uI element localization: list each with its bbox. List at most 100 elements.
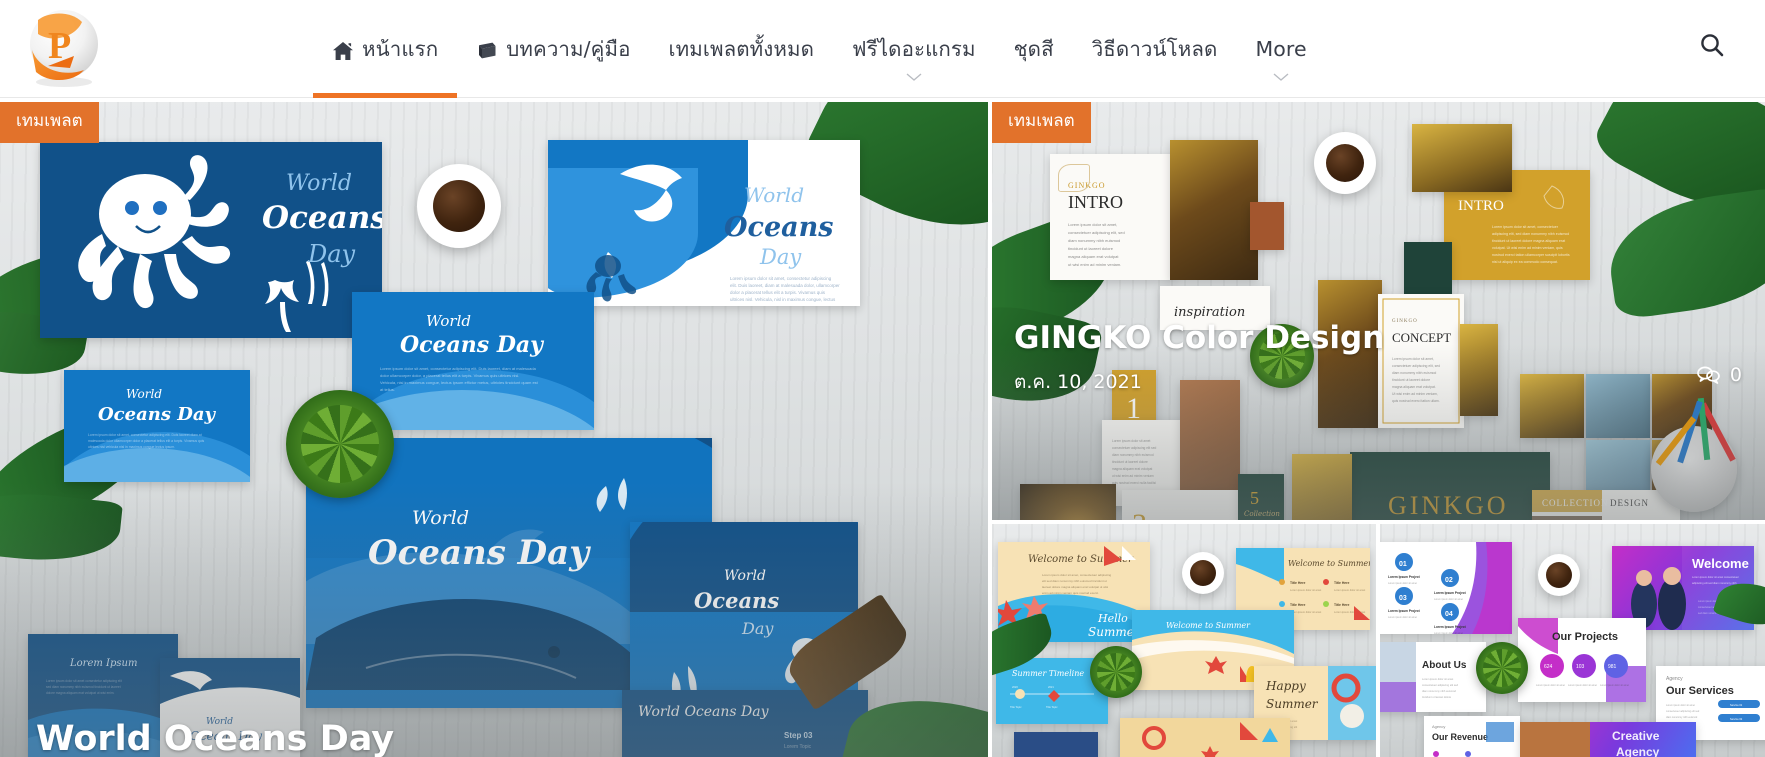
svg-text:World: World <box>286 171 352 196</box>
template-cards-grid: World Oceans Day World Oceans Day Lorem … <box>0 98 1765 757</box>
card-badge: เทมเพลต <box>992 102 1091 143</box>
main-navigation: หน้าแรก บทความ/คู่มือ เทมเพลตทั้งหมด ฟรี… <box>313 0 1326 98</box>
svg-text:Day: Day <box>759 245 802 269</box>
search-icon <box>1699 32 1725 62</box>
svg-text:04: 04 <box>1445 611 1453 618</box>
svg-text:2020: 2020 <box>1012 685 1018 689</box>
svg-text:Day: Day <box>307 240 356 268</box>
svg-text:Lorem ipsum dolor sit amet: Lorem ipsum dolor sit amet <box>1290 610 1322 614</box>
svg-text:magna aliquam erat volutpat: magna aliquam erat volutpat <box>1112 467 1152 471</box>
svg-text:nostrud exerci tation ullamcor: nostrud exerci tation ullamcorper suscip… <box>1492 253 1570 257</box>
nav-label: ฟรีไดอะแกรม <box>852 36 976 61</box>
svg-text:Service 01: Service 01 <box>1730 703 1743 707</box>
grid-bottom-row: Welcome to Summer Lorem ipsum dolor sit … <box>992 524 1765 757</box>
card-artwork: World Oceans Day World Oceans Day Lorem … <box>0 102 988 757</box>
home-icon <box>332 41 354 61</box>
svg-text:Oceans: Oceans <box>694 588 779 613</box>
svg-text:CONCEPT: CONCEPT <box>1392 330 1451 345</box>
svg-text:Agency: Agency <box>1616 745 1660 757</box>
svg-text:Step 03: Step 03 <box>784 731 813 740</box>
svg-text:World: World <box>724 568 766 584</box>
svg-text:02: 02 <box>1445 577 1453 584</box>
svg-text:Welcome: Welcome <box>1692 556 1749 571</box>
svg-text:Lorem ipsum dolor sit amet: Lorem ipsum dolor sit amet <box>1434 632 1463 634</box>
nav-item-free-diagrams[interactable]: ฟรีไดอะแกรม <box>833 0 995 98</box>
nav-item-all-templates[interactable]: เทมเพลตทั้งหมด <box>650 0 834 98</box>
svg-text:Service 02: Service 02 <box>1730 717 1743 721</box>
svg-text:Collection: Collection <box>1244 510 1280 518</box>
succulent-plant <box>1090 646 1142 698</box>
svg-text:volutpat. Ut wisi enim ad mini: volutpat. Ut wisi enim ad minim veniam, … <box>1492 246 1563 250</box>
nav-item-home[interactable]: หน้าแรก <box>313 0 458 98</box>
svg-text:consectetuer adipiscing elit s: consectetuer adipiscing elit sed <box>1666 710 1700 713</box>
card-creative-agency[interactable]: 01 02 03 04 Lorem Ipsum Project Lorem Ips… <box>1380 524 1765 757</box>
svg-text:DESIGN: DESIGN <box>1610 498 1649 508</box>
nav-item-color-sets[interactable]: ชุดสี <box>995 0 1073 98</box>
svg-text:consectetuer adipiscing elit,: consectetuer adipiscing elit, sed <box>1392 364 1440 368</box>
card-world-oceans-day[interactable]: World Oceans Day World Oceans Day Lorem … <box>0 102 988 757</box>
site-header: P หน้าแรก บทความ/คู่มือ เทมเพลตทั้งหมด ฟ… <box>0 0 1765 98</box>
svg-text:malesuada dolor ullamcorper do: malesuada dolor ullamcorper dolor a plac… <box>88 439 205 443</box>
svg-text:GINKGO: GINKGO <box>1392 319 1418 324</box>
nav-item-how-to-download[interactable]: วิธีดาวน์โหลด <box>1073 0 1237 98</box>
svg-text:ut wisi enim ad minim veniam: ut wisi enim ad minim veniam <box>1112 474 1154 478</box>
svg-text:tincidunt ut laoreet dolore ma: tincidunt ut laoreet dolore magna aliqua… <box>1492 239 1565 243</box>
svg-text:Happy: Happy <box>1265 679 1306 693</box>
svg-text:981: 981 <box>1608 664 1617 670</box>
svg-text:tincidunt ut laoreet dolore: tincidunt ut laoreet dolore <box>1068 246 1114 251</box>
card-welcome-to-summer[interactable]: Welcome to Summer Lorem ipsum dolor sit … <box>992 524 1376 757</box>
svg-text:sed diam nonummy nibh euismod: sed diam nonummy nibh euismod tincidunt … <box>46 685 121 689</box>
nav-label: หน้าแรก <box>362 36 439 61</box>
svg-text:Title Topic: Title Topic <box>1046 705 1058 709</box>
svg-text:P: P <box>48 25 71 67</box>
svg-text:Oceans: Oceans <box>262 200 382 236</box>
coffee-cup <box>417 164 501 248</box>
svg-text:About Us: About Us <box>1422 660 1467 671</box>
card-gingko-color-design[interactable]: GINKGO INTRO Lorem ipsum dolor sit amet,… <box>992 102 1765 520</box>
svg-text:Lorem ipsum dolor sit amet, co: Lorem ipsum dolor sit amet, consectetur … <box>88 433 202 437</box>
svg-text:diam nonummy nibh euismod: diam nonummy nibh euismod <box>1068 238 1120 243</box>
nav-item-more[interactable]: More <box>1236 0 1325 98</box>
svg-text:Lorem ipsum dolor sit amet: Lorem ipsum dolor sit amet <box>1422 677 1454 681</box>
svg-text:Lorem ipsum dolor sit amet: Lorem ipsum dolor sit amet <box>1290 588 1322 592</box>
coffee-cup <box>1538 554 1580 596</box>
chevron-down-icon <box>1273 73 1289 82</box>
svg-text:ultrices nisl vehicula nisl in: ultrices nisl vehicula nisl in maximus c… <box>88 445 175 449</box>
svg-text:diam nonummy nibh euismod: diam nonummy nibh euismod <box>1422 689 1456 693</box>
card-comment-count: 0 <box>1697 364 1742 386</box>
svg-text:Lorem ipsum dolor sit amet: Lorem ipsum dolor sit amet <box>1434 598 1463 601</box>
site-logo[interactable]: P <box>18 4 110 96</box>
svg-text:Our Services: Our Services <box>1666 685 1734 697</box>
coffee-cup <box>1314 132 1376 194</box>
coffee-cup <box>1182 552 1224 594</box>
svg-text:diam nonummy nibh euismod: diam nonummy nibh euismod <box>1666 716 1698 719</box>
nav-item-articles[interactable]: บทความ/คู่มือ <box>457 0 649 98</box>
svg-text:01: 01 <box>1399 561 1407 568</box>
svg-text:INTRO: INTRO <box>1068 192 1123 212</box>
svg-text:dolor a placerat tellus elit a: dolor a placerat tellus elit a turpis. V… <box>730 290 826 295</box>
svg-text:Lorem ipsum dolor sit amet con: Lorem ipsum dolor sit amet consectetur a… <box>46 679 122 683</box>
grid-column-right: GINKGO INTRO Lorem ipsum dolor sit amet,… <box>992 98 1765 757</box>
svg-text:Vehicula, nisl in maximus cong: Vehicula, nisl in maximus congue, lectus… <box>380 380 539 385</box>
svg-text:consectetuer adipiscing elit s: consectetuer adipiscing elit sed <box>1112 446 1157 450</box>
nav-label: วิธีดาวน์โหลด <box>1091 36 1218 61</box>
svg-text:2021: 2021 <box>1048 685 1054 689</box>
svg-text:Lorem Ipsum Project: Lorem Ipsum Project <box>1434 625 1467 629</box>
svg-text:COLLECTION: COLLECTION <box>1542 498 1609 508</box>
search-button[interactable] <box>1695 30 1729 64</box>
svg-text:ut wisi enim ad minim veniam.: ut wisi enim ad minim veniam. <box>1068 262 1121 267</box>
svg-text:Lorem Ipsum Project: Lorem Ipsum Project <box>1434 591 1467 595</box>
svg-text:Oceans Day: Oceans Day <box>98 404 217 425</box>
svg-text:Lorem ipsum dolor sit amet: Lorem ipsum dolor sit amet <box>1600 684 1629 687</box>
svg-text:Lorem ipsum dolor sit amet, co: Lorem ipsum dolor sit amet, consectetur … <box>380 366 537 371</box>
svg-text:Summer Timeline: Summer Timeline <box>1012 669 1084 678</box>
svg-text:adipiscing elit, sed diam nonu: adipiscing elit, sed diam nonummy nibh e… <box>1492 232 1569 236</box>
svg-text:Oceans Day: Oceans Day <box>400 332 545 358</box>
svg-text:Title Topic: Title Topic <box>1010 705 1022 709</box>
nav-label: เทมเพลตทั้งหมด <box>668 36 815 61</box>
svg-text:Oceans: Oceans <box>724 212 833 243</box>
svg-text:GINKGO: GINKGO <box>1388 491 1509 520</box>
svg-text:consectetuer adipiscing elit,: consectetuer adipiscing elit, sed <box>1068 230 1125 235</box>
svg-text:Hello: Hello <box>1097 612 1128 625</box>
svg-text:dolor ullamcorper dolor, a pla: dolor ullamcorper dolor, a placerat tell… <box>380 373 519 378</box>
